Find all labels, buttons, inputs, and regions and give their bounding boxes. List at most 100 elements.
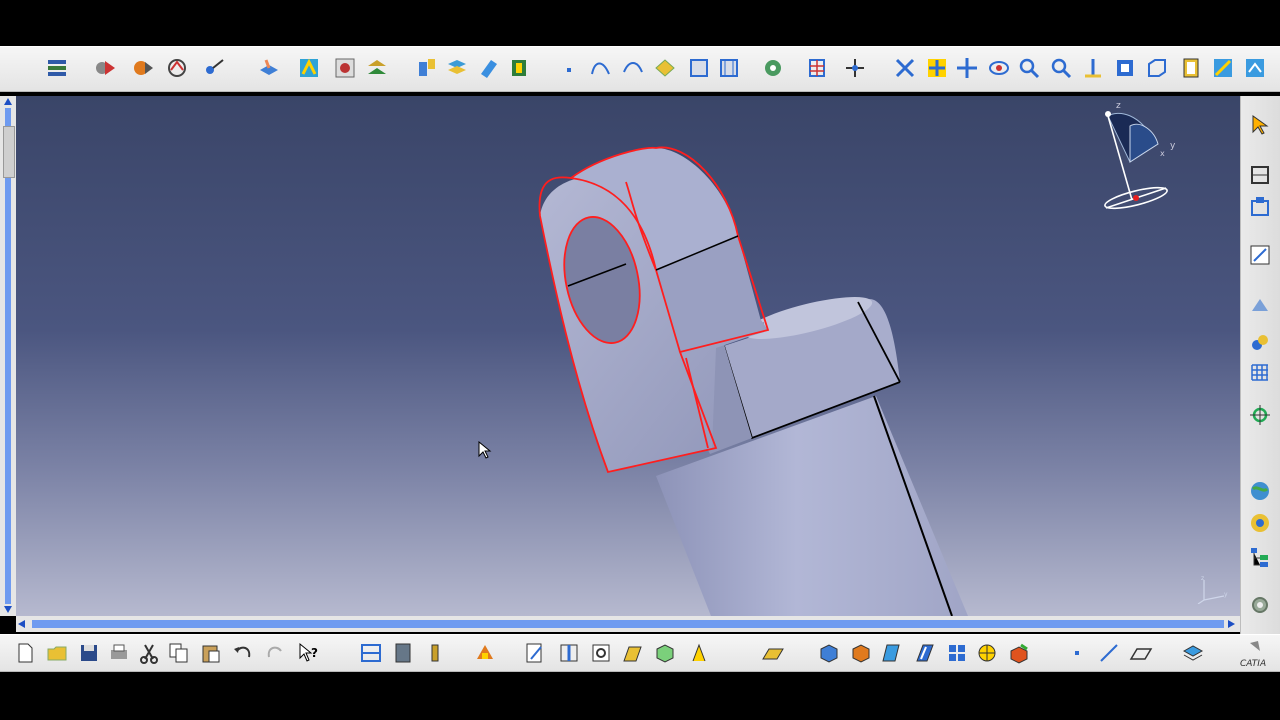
zoom-out-icon[interactable] xyxy=(986,55,1012,81)
pointer-icon[interactable] xyxy=(202,55,228,81)
top-toolbar xyxy=(0,46,1280,92)
plane-icon[interactable] xyxy=(760,640,786,666)
analysis-icon[interactable] xyxy=(1247,402,1273,428)
point-small-icon[interactable] xyxy=(1064,640,1090,666)
material-preview-icon[interactable] xyxy=(1210,55,1236,81)
settings-icon[interactable] xyxy=(1247,592,1273,618)
undo-icon[interactable] xyxy=(230,640,256,666)
edge-fillet-icon[interactable] xyxy=(414,55,440,81)
horizontal-scrollbar[interactable] xyxy=(16,616,1240,632)
formula-icon[interactable] xyxy=(164,55,190,81)
scroll-track xyxy=(5,108,11,604)
projection-icon[interactable] xyxy=(1247,292,1273,318)
zoom-in-icon[interactable] xyxy=(954,55,980,81)
sketch-tb-icon[interactable] xyxy=(522,640,548,666)
measure-icon[interactable] xyxy=(760,55,786,81)
scroll-up-icon[interactable] xyxy=(4,98,12,105)
scroll-right-icon[interactable] xyxy=(1228,620,1235,628)
new-icon[interactable] xyxy=(12,640,38,666)
scroll-left-icon[interactable] xyxy=(18,620,25,628)
pad-icon[interactable] xyxy=(256,55,282,81)
thickness-icon[interactable] xyxy=(588,640,614,666)
curve-icon[interactable] xyxy=(620,55,646,81)
copy-icon[interactable] xyxy=(166,640,192,666)
redo-icon[interactable] xyxy=(262,640,288,666)
sketch-icon[interactable] xyxy=(1247,242,1273,268)
sketch-tools-icon[interactable] xyxy=(1247,162,1273,188)
constraint-icon[interactable] xyxy=(1247,194,1273,220)
draft-icon[interactable] xyxy=(476,55,502,81)
boolean-icon[interactable] xyxy=(652,55,678,81)
grid-icon[interactable] xyxy=(1247,360,1273,386)
chamfer-icon[interactable] xyxy=(444,55,470,81)
svg-text:z: z xyxy=(1116,101,1121,111)
catia-logo: CATIA xyxy=(1238,639,1278,669)
svg-text:?: ? xyxy=(311,646,318,660)
fly-mode-icon[interactable] xyxy=(804,55,830,81)
capture-icon[interactable] xyxy=(1242,55,1268,81)
3d-viewport[interactable]: z y x z y xyxy=(16,96,1240,616)
axis-system-icon[interactable] xyxy=(686,55,712,81)
shaft-icon[interactable] xyxy=(296,55,322,81)
rib-icon[interactable] xyxy=(364,55,390,81)
hide-show-icon[interactable] xyxy=(1112,55,1138,81)
light-icon[interactable] xyxy=(422,640,448,666)
paste-icon[interactable] xyxy=(198,640,224,666)
pan-icon[interactable] xyxy=(892,55,918,81)
render-style-icon[interactable] xyxy=(1178,55,1204,81)
publish-icon[interactable] xyxy=(130,55,156,81)
tree-icon[interactable] xyxy=(1247,544,1273,570)
operation-icon[interactable] xyxy=(1247,330,1273,356)
solid-icon[interactable] xyxy=(848,640,874,666)
svg-text:CATIA: CATIA xyxy=(1240,659,1266,669)
catalog-icon[interactable] xyxy=(390,640,416,666)
update-icon[interactable] xyxy=(44,55,70,81)
rotate-icon[interactable] xyxy=(924,55,950,81)
vertical-scrollbar[interactable] xyxy=(0,96,16,616)
pattern-icon[interactable] xyxy=(944,640,970,666)
print-icon[interactable] xyxy=(106,640,132,666)
top-black-bar xyxy=(0,0,1280,46)
macro-icon[interactable] xyxy=(472,640,498,666)
tools-icon[interactable] xyxy=(358,640,384,666)
spline-icon[interactable] xyxy=(588,55,614,81)
fit-all-icon[interactable] xyxy=(842,55,868,81)
3d-part-model[interactable] xyxy=(16,96,1240,616)
render-icon[interactable] xyxy=(1247,510,1273,536)
quick-view-icon[interactable] xyxy=(1048,55,1074,81)
svg-text:y: y xyxy=(1170,141,1176,151)
swap-space-icon[interactable] xyxy=(1144,55,1170,81)
fill-icon[interactable] xyxy=(880,640,906,666)
open-icon[interactable] xyxy=(44,640,70,666)
view-mode-icon[interactable] xyxy=(1080,55,1106,81)
normal-view-icon[interactable] xyxy=(1016,55,1042,81)
sweep-icon[interactable] xyxy=(912,640,938,666)
plane-small-icon[interactable] xyxy=(1128,640,1154,666)
translate-icon[interactable] xyxy=(620,640,646,666)
layer-icon[interactable] xyxy=(1180,640,1206,666)
mirror-icon[interactable] xyxy=(974,640,1000,666)
whats-this-icon[interactable]: ? xyxy=(296,640,322,666)
right-toolbar xyxy=(1240,96,1280,634)
point-icon[interactable] xyxy=(556,55,582,81)
cut-icon[interactable] xyxy=(136,640,162,666)
shape-fillet-icon[interactable] xyxy=(652,640,678,666)
h-scroll-track xyxy=(32,620,1224,628)
shell-icon[interactable] xyxy=(506,55,532,81)
material-icon[interactable] xyxy=(1006,640,1032,666)
hole-icon[interactable] xyxy=(332,55,358,81)
line-icon[interactable] xyxy=(1096,640,1122,666)
part-body-icon[interactable] xyxy=(816,640,842,666)
scroll-down-icon[interactable] xyxy=(4,606,12,613)
knowledge-icon[interactable] xyxy=(92,55,118,81)
sketcher-grid-icon[interactable] xyxy=(716,55,742,81)
knowledge-advisor-icon[interactable] xyxy=(686,640,712,666)
svg-text:y: y xyxy=(1224,591,1228,598)
scroll-thumb[interactable] xyxy=(3,126,15,178)
select-icon[interactable] xyxy=(1247,112,1273,138)
apply-material-icon[interactable] xyxy=(1247,478,1273,504)
compass-widget[interactable]: z y x xyxy=(1096,100,1176,212)
save-icon[interactable] xyxy=(76,640,102,666)
mini-axis-icon: z y xyxy=(1197,575,1228,604)
split-icon[interactable] xyxy=(556,640,582,666)
